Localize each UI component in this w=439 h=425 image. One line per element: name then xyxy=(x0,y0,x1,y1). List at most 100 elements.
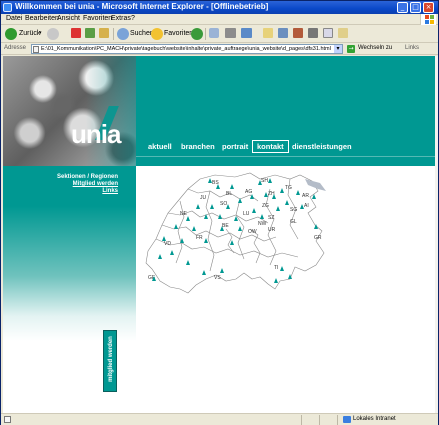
close-button[interactable]: × xyxy=(423,2,434,13)
refresh-icon[interactable] xyxy=(85,28,95,38)
office-marker[interactable] xyxy=(276,206,280,211)
label-ur: UR xyxy=(268,227,276,233)
status-divider xyxy=(319,415,320,425)
menu-help[interactable]: ? xyxy=(131,15,135,22)
office-marker[interactable] xyxy=(252,208,256,213)
cut-icon[interactable] xyxy=(308,28,318,38)
office-marker[interactable] xyxy=(230,240,234,245)
sidebar-link-mitglied[interactable]: Mitglied werden xyxy=(73,181,118,187)
map-borders xyxy=(145,172,325,294)
nav-dienstleistungen[interactable]: dienstleistungen xyxy=(292,142,352,151)
label-gr: GR xyxy=(314,235,322,241)
links-label[interactable]: Links xyxy=(405,45,419,51)
search-icon[interactable] xyxy=(117,28,129,40)
menu-datei[interactable]: Datei xyxy=(6,15,22,22)
mitglied-werden-button[interactable]: mitglied werden xyxy=(103,330,117,392)
office-marker[interactable] xyxy=(174,224,178,229)
address-bar: Adresse E:\01_Kommunikation\PC_MACH\priv… xyxy=(1,43,438,55)
unia-logo[interactable]: unia xyxy=(71,119,121,150)
office-marker[interactable] xyxy=(202,270,206,275)
office-marker[interactable] xyxy=(192,226,196,231)
maximize-button[interactable]: □ xyxy=(410,2,421,13)
edit-icon[interactable] xyxy=(241,28,252,38)
office-marker[interactable] xyxy=(280,188,284,193)
go-label[interactable]: Wechseln zu xyxy=(358,45,392,51)
page-status-icon xyxy=(4,416,11,423)
office-marker[interactable] xyxy=(162,236,166,241)
address-dropdown-icon[interactable]: ▾ xyxy=(334,45,342,53)
intranet-zone-icon xyxy=(343,416,351,423)
label-ow: OW xyxy=(248,229,257,235)
nav-kontakt[interactable]: kontakt xyxy=(252,140,289,153)
copy-icon[interactable] xyxy=(323,28,333,38)
stop-icon[interactable] xyxy=(71,28,81,38)
address-url[interactable]: E:\01_Kommunikation\PC_MACH\private\tage… xyxy=(41,46,331,52)
nav-aktuell[interactable]: aktuell xyxy=(148,142,172,151)
minimize-button[interactable]: _ xyxy=(397,2,408,13)
forward-icon[interactable] xyxy=(47,28,59,40)
office-marker[interactable] xyxy=(230,184,234,189)
label-ne: NE xyxy=(180,211,188,217)
office-marker[interactable] xyxy=(288,274,292,279)
menu-ansicht[interactable]: Ansicht xyxy=(57,15,80,22)
label-tg: TG xyxy=(285,185,292,191)
label-ar: AR xyxy=(302,193,309,199)
nav-portrait[interactable]: portrait xyxy=(222,142,248,151)
zone-label: Lokales Intranet xyxy=(353,416,396,422)
switzerland-map: BS SH TG AR AI SG AG ZH BL SO JU ZG SZ L… xyxy=(145,172,326,294)
office-marker[interactable] xyxy=(210,204,214,209)
canton-border xyxy=(155,238,299,258)
label-ti: TI xyxy=(274,265,278,271)
mail-icon[interactable] xyxy=(209,28,219,38)
discuss-icon[interactable] xyxy=(278,28,288,38)
label-gl: GL xyxy=(290,219,297,225)
vertical-scrollbar[interactable] xyxy=(435,56,438,413)
office-marker[interactable] xyxy=(280,266,284,271)
print-icon[interactable] xyxy=(225,28,236,38)
paste-icon[interactable] xyxy=(338,28,348,38)
label-ju: JU xyxy=(200,195,207,201)
canton-labels: BS SH TG AR AI SG AG ZH BL SO JU ZG SZ L… xyxy=(148,178,322,281)
history-icon[interactable] xyxy=(191,28,203,40)
back-label[interactable]: Zurück xyxy=(19,30,40,37)
windows-logo-icon xyxy=(420,14,436,25)
sidebar-link-links[interactable]: Links xyxy=(102,188,118,194)
menu-extras[interactable]: Extras xyxy=(111,15,131,22)
label-lu: LU xyxy=(243,211,250,217)
office-marker[interactable] xyxy=(170,250,174,255)
canton-border xyxy=(205,190,215,272)
back-icon[interactable] xyxy=(5,28,17,40)
nav-branchen[interactable]: branchen xyxy=(181,142,215,151)
separator xyxy=(113,28,114,40)
favorites-label[interactable]: Favoriten xyxy=(164,30,193,37)
go-arrow-icon[interactable]: → xyxy=(347,45,355,53)
label-zg: ZG xyxy=(262,203,269,209)
office-marker[interactable] xyxy=(220,268,224,273)
menu-favoriten[interactable]: Favoriten xyxy=(83,15,112,22)
favorites-star-icon[interactable] xyxy=(151,28,163,40)
office-marker[interactable] xyxy=(238,226,242,231)
home-icon[interactable] xyxy=(99,28,109,38)
label-sg: SG xyxy=(290,207,297,213)
research-icon[interactable] xyxy=(293,28,303,38)
office-marker[interactable] xyxy=(158,254,162,259)
menu-bearbeiten[interactable]: Bearbeiten xyxy=(25,15,59,22)
page-icon xyxy=(33,46,39,53)
office-marker[interactable] xyxy=(274,278,278,283)
office-marker[interactable] xyxy=(260,214,264,219)
status-divider xyxy=(301,415,302,425)
back-dropdown-icon[interactable]: ▾ xyxy=(39,30,42,36)
sidebar-link-sektionen[interactable]: Sektionen / Regionen xyxy=(57,174,118,180)
office-marker[interactable] xyxy=(285,200,289,205)
folder-icon[interactable] xyxy=(263,28,273,38)
nav-divider xyxy=(136,156,435,157)
office-marker[interactable] xyxy=(296,190,300,195)
label-vs: VS xyxy=(214,275,221,281)
mitglied-werden-label[interactable]: mitglied werden xyxy=(108,329,114,389)
office-marker[interactable] xyxy=(186,260,190,265)
office-marker[interactable] xyxy=(268,178,272,183)
office-marker[interactable] xyxy=(204,238,208,243)
address-input[interactable]: E:\01_Kommunikation\PC_MACH\private\tage… xyxy=(31,44,343,54)
office-marker[interactable] xyxy=(196,204,200,209)
canton-border xyxy=(161,224,277,242)
